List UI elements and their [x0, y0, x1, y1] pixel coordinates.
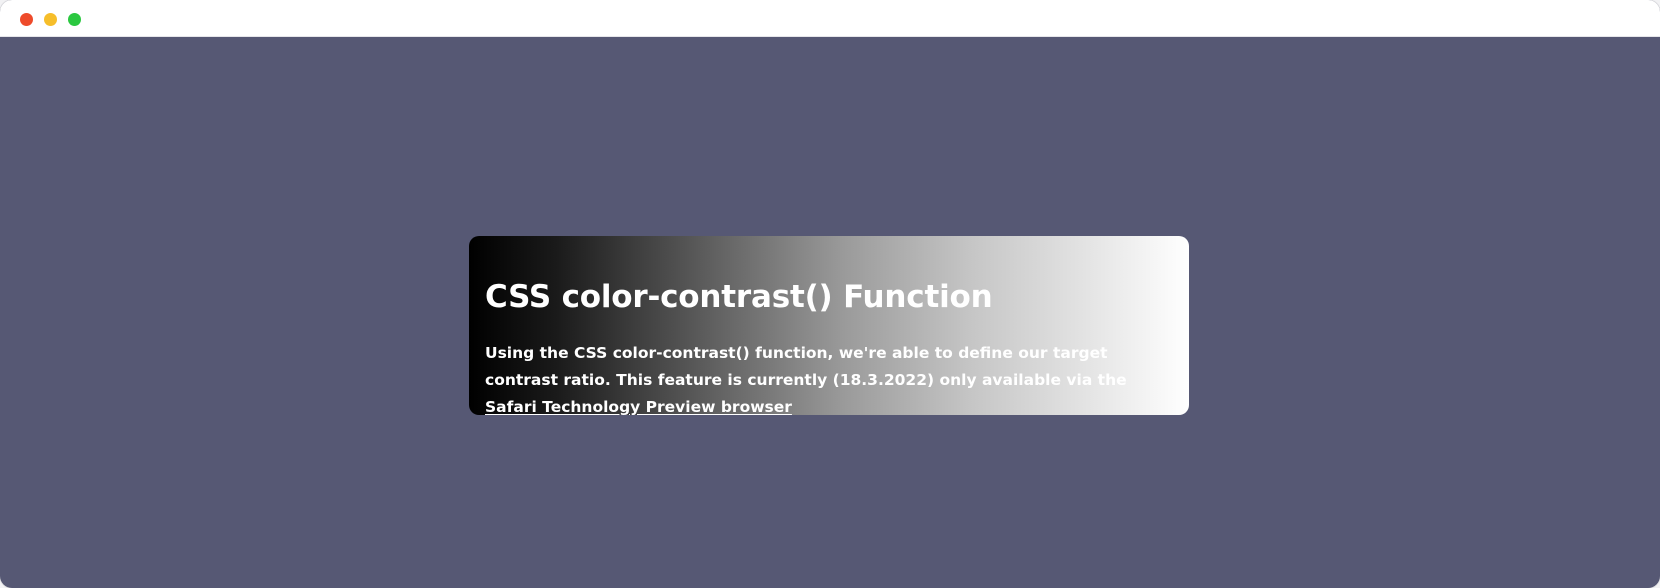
- page-content: CSS color-contrast() Function Using the …: [0, 37, 1660, 588]
- card-description: Using the CSS color-contrast() function,…: [485, 340, 1175, 415]
- window-titlebar: [0, 0, 1660, 37]
- safari-technology-preview-link[interactable]: Safari Technology Preview browser: [485, 398, 792, 415]
- browser-window: CSS color-contrast() Function Using the …: [0, 0, 1660, 588]
- card-title: CSS color-contrast() Function: [485, 279, 993, 315]
- maximize-window-button[interactable]: [68, 13, 81, 26]
- feature-card: CSS color-contrast() Function Using the …: [469, 236, 1189, 415]
- minimize-window-button[interactable]: [44, 13, 57, 26]
- close-window-button[interactable]: [20, 13, 33, 26]
- card-description-text: Using the CSS color-contrast() function,…: [485, 344, 1127, 389]
